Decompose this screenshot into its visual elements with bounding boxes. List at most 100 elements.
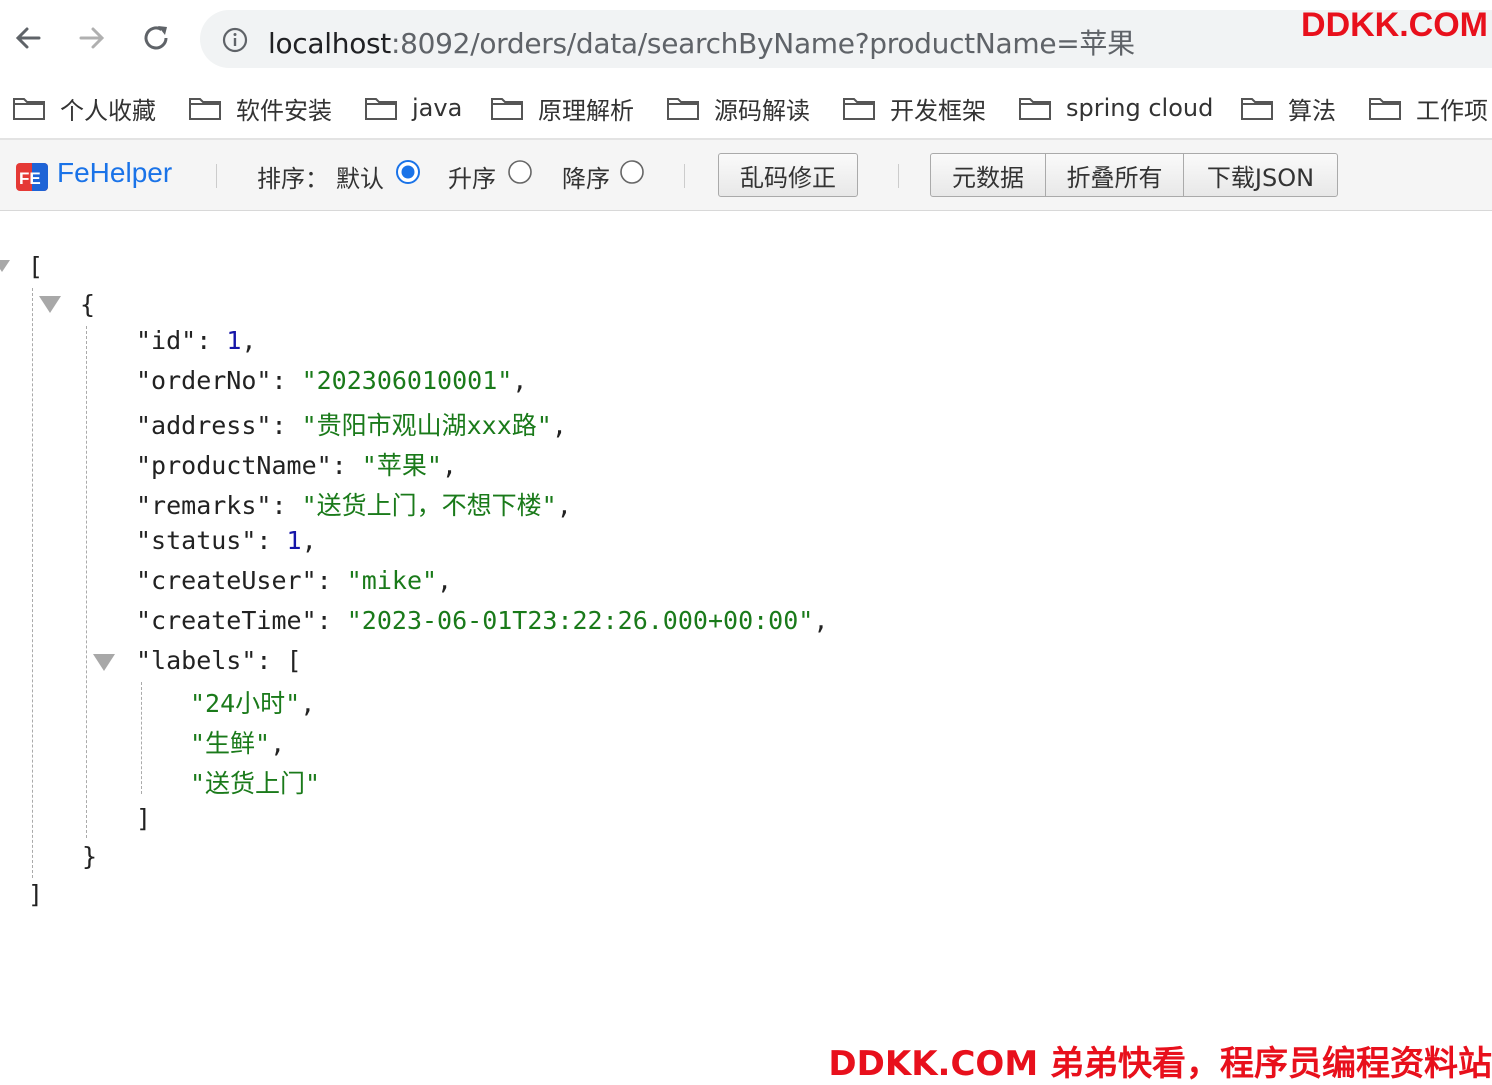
watermark-top: DDKK.COM — [1301, 6, 1488, 44]
metadata-button[interactable]: 元数据 — [930, 153, 1046, 197]
sort-default-radio[interactable] — [396, 160, 420, 184]
json-value: "mike" — [346, 566, 438, 595]
fix-encoding-button[interactable]: 乱码修正 — [718, 153, 858, 197]
sort-asc-radio[interactable] — [508, 160, 532, 184]
bookmark-folder[interactable]: spring cloud — [1018, 86, 1213, 130]
folder-icon — [491, 98, 523, 120]
fehelper-name: FeHelper — [57, 157, 173, 188]
json-field: "address": "贵阳市观山湖xxx路", — [136, 411, 567, 440]
divider — [898, 164, 899, 188]
bookmark-folder[interactable]: java — [364, 86, 462, 130]
divider — [216, 164, 217, 188]
url-text: localhost:8092/orders/data/searchByName?… — [268, 22, 1135, 62]
json-value: 1 — [226, 326, 242, 355]
folder-icon — [843, 98, 875, 120]
tree-guide — [86, 326, 87, 838]
bookmark-folder[interactable]: 工作项 — [1368, 86, 1488, 130]
json-open-array: [ — [28, 252, 44, 281]
tree-guide — [141, 682, 142, 794]
bookmark-label: 源码解读 — [714, 96, 810, 125]
json-key: "orderNo" — [136, 366, 272, 395]
json-field: "remarks": "送货上门，不想下楼", — [136, 491, 572, 520]
address-bar[interactable]: localhost:8092/orders/data/searchByName?… — [200, 10, 1492, 68]
json-field: "createUser": "mike", — [136, 566, 453, 595]
json-value: 1 — [286, 526, 302, 555]
bookmark-label: 工作项 — [1416, 96, 1488, 125]
collapse-all-button[interactable]: 折叠所有 — [1045, 153, 1184, 197]
folder-icon — [1241, 98, 1273, 120]
folder-icon — [1369, 98, 1401, 120]
json-key: "address" — [136, 411, 272, 440]
json-value: "24小时" — [190, 689, 301, 718]
back-arrow-icon[interactable] — [8, 18, 48, 58]
json-close-array: ] — [28, 880, 44, 909]
bookmark-label: 开发框架 — [890, 96, 986, 125]
json-field: "orderNo": "202306010001", — [136, 366, 528, 395]
sort-default-label: 默认 — [336, 165, 384, 193]
json-key: "id" — [136, 326, 197, 355]
json-key: "labels" — [136, 646, 257, 675]
json-key: "createUser" — [136, 566, 317, 595]
collapse-triangle-icon[interactable] — [0, 260, 10, 272]
collapse-triangle-icon[interactable] — [39, 296, 61, 313]
json-value: "送货上门" — [190, 769, 321, 798]
json-close-object: } — [82, 842, 98, 871]
bookmark-folder[interactable]: 源码解读 — [666, 86, 810, 130]
url-path: :8092/orders/data/searchByName?productNa… — [391, 27, 1135, 60]
json-open-object: { — [80, 290, 96, 319]
json-field: "status": 1, — [136, 526, 317, 555]
json-field: "productName": "苹果", — [136, 451, 457, 480]
sort-desc-label: 降序 — [562, 165, 610, 193]
json-field-labels: "labels": [ — [136, 646, 302, 675]
bookmark-folder[interactable]: 软件安装 — [188, 86, 332, 130]
json-field: "id": 1, — [136, 326, 257, 355]
bookmarks-bar: 个人收藏 软件安装 java 原理解析 源码解读 开发框架 spring clo… — [0, 78, 1492, 140]
bookmark-folder[interactable]: 原理解析 — [490, 86, 634, 130]
json-array-item: "24小时", — [190, 689, 316, 718]
folder-icon — [365, 98, 397, 120]
bookmark-folder[interactable]: 算法 — [1240, 86, 1336, 130]
json-key: "createTime" — [136, 606, 317, 635]
divider — [684, 164, 685, 188]
json-value: "苹果" — [361, 451, 442, 480]
forward-arrow-icon[interactable] — [72, 18, 112, 58]
reload-icon[interactable] — [136, 18, 176, 58]
json-key: "remarks" — [136, 491, 272, 520]
tree-guide — [32, 288, 33, 878]
bookmark-label: java — [412, 94, 463, 122]
json-viewer: [ { "id": 1, "orderNo": "202306010001", … — [0, 230, 1492, 930]
json-value: "送货上门，不想下楼" — [301, 491, 557, 520]
json-array-item: "生鲜", — [190, 729, 286, 758]
site-info-icon[interactable] — [222, 27, 248, 53]
json-key: "status" — [136, 526, 257, 555]
json-field: "createTime": "2023-06-01T23:22:26.000+0… — [136, 606, 829, 635]
json-value: "2023-06-01T23:22:26.000+00:00" — [346, 606, 814, 635]
url-host: localhost — [268, 27, 391, 60]
svg-text:FE: FE — [19, 169, 41, 188]
json-value: "生鲜" — [190, 729, 271, 758]
sort-asc-label: 升序 — [448, 165, 496, 193]
bookmark-label: 软件安装 — [236, 96, 332, 125]
bookmark-label: 原理解析 — [538, 96, 634, 125]
json-value: "202306010001" — [301, 366, 513, 395]
folder-icon — [189, 98, 221, 120]
folder-icon — [667, 98, 699, 120]
browser-navbar: localhost:8092/orders/data/searchByName?… — [0, 0, 1492, 78]
folder-icon — [13, 98, 45, 120]
bookmark-label: 个人收藏 — [60, 96, 156, 125]
bookmark-folder[interactable]: 个人收藏 — [12, 86, 156, 130]
bookmark-label: 算法 — [1288, 96, 1336, 125]
json-close-labels: ] — [136, 804, 152, 833]
fehelper-logo-icon: FE — [16, 163, 48, 191]
download-json-button[interactable]: 下载JSON — [1183, 153, 1338, 197]
json-array-item: "送货上门" — [190, 764, 320, 800]
collapse-triangle-icon[interactable] — [93, 654, 115, 671]
sort-label: 排序： — [257, 165, 329, 193]
sort-desc-radio[interactable] — [620, 160, 644, 184]
fehelper-toolbar: FE FeHelper 排序： 默认 升序 降序 乱码修正 元数据 折叠所有 下… — [0, 140, 1492, 211]
folder-icon — [1019, 98, 1051, 120]
watermark-bottom: DDKK.COM 弟弟快看，程序员编程资料站 — [828, 1044, 1492, 1084]
json-key: "productName" — [136, 451, 332, 480]
bookmark-folder[interactable]: 开发框架 — [842, 86, 986, 130]
bookmark-label: spring cloud — [1066, 94, 1214, 122]
